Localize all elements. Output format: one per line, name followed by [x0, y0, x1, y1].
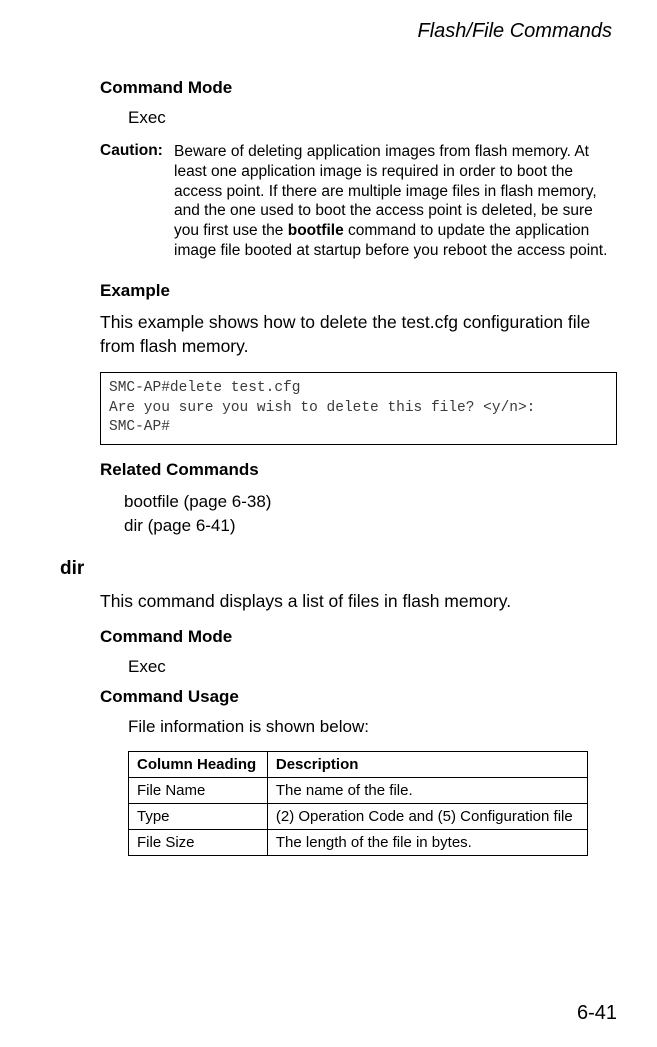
- related-commands-list: bootfile (page 6-38) dir (page 6-41): [100, 490, 617, 538]
- caution-block: Caution: Beware of deleting application …: [100, 142, 617, 261]
- command-usage-heading: Command Usage: [100, 687, 617, 707]
- code-line-2: Are you sure you wish to delete this fil…: [109, 400, 535, 416]
- dir-description: This command displays a list of files in…: [100, 590, 617, 614]
- table-cell: The name of the file.: [267, 778, 587, 804]
- table-row: File Name The name of the file.: [129, 778, 588, 804]
- example-description: This example shows how to delete the tes…: [100, 311, 617, 358]
- command-mode-value-2: Exec: [100, 657, 617, 677]
- command-name-dir: dir: [60, 558, 617, 580]
- usage-text: File information is shown below:: [100, 717, 617, 737]
- caution-label: Caution:: [100, 142, 174, 261]
- related-commands-heading: Related Commands: [100, 460, 617, 480]
- code-line-3: SMC-AP#: [109, 419, 170, 435]
- code-line-1: SMC-AP#delete test.cfg: [109, 380, 300, 396]
- example-heading: Example: [100, 281, 617, 301]
- table-cell: File Size: [129, 830, 268, 856]
- related-item-bootfile: bootfile (page 6-38): [124, 490, 617, 514]
- code-block: SMC-AP#delete test.cfg Are you sure you …: [100, 372, 617, 445]
- related-item-dir: dir (page 6-41): [124, 514, 617, 538]
- file-info-table: Column Heading Description File Name The…: [128, 751, 588, 856]
- command-mode-heading-1: Command Mode: [100, 78, 617, 98]
- command-mode-heading-2: Command Mode: [100, 627, 617, 647]
- table-row: Type (2) Operation Code and (5) Configur…: [129, 804, 588, 830]
- content-area: Command Mode Exec Caution: Beware of del…: [60, 78, 617, 856]
- page-number: 6-41: [577, 1002, 617, 1025]
- table-cell: (2) Operation Code and (5) Configuration…: [267, 804, 587, 830]
- caution-text: Beware of deleting application images fr…: [174, 142, 617, 261]
- table-cell: The length of the file in bytes.: [267, 830, 587, 856]
- running-header: Flash/File Commands: [60, 20, 612, 43]
- command-mode-value-1: Exec: [100, 108, 617, 128]
- page-container: Flash/File Commands Command Mode Exec Ca…: [0, 0, 657, 1047]
- table-cell: File Name: [129, 778, 268, 804]
- table-header-col1: Column Heading: [129, 752, 268, 778]
- table-header-col2: Description: [267, 752, 587, 778]
- table-row: File Size The length of the file in byte…: [129, 830, 588, 856]
- table-header-row: Column Heading Description: [129, 752, 588, 778]
- caution-bold-word: bootfile: [288, 222, 344, 239]
- table-cell: Type: [129, 804, 268, 830]
